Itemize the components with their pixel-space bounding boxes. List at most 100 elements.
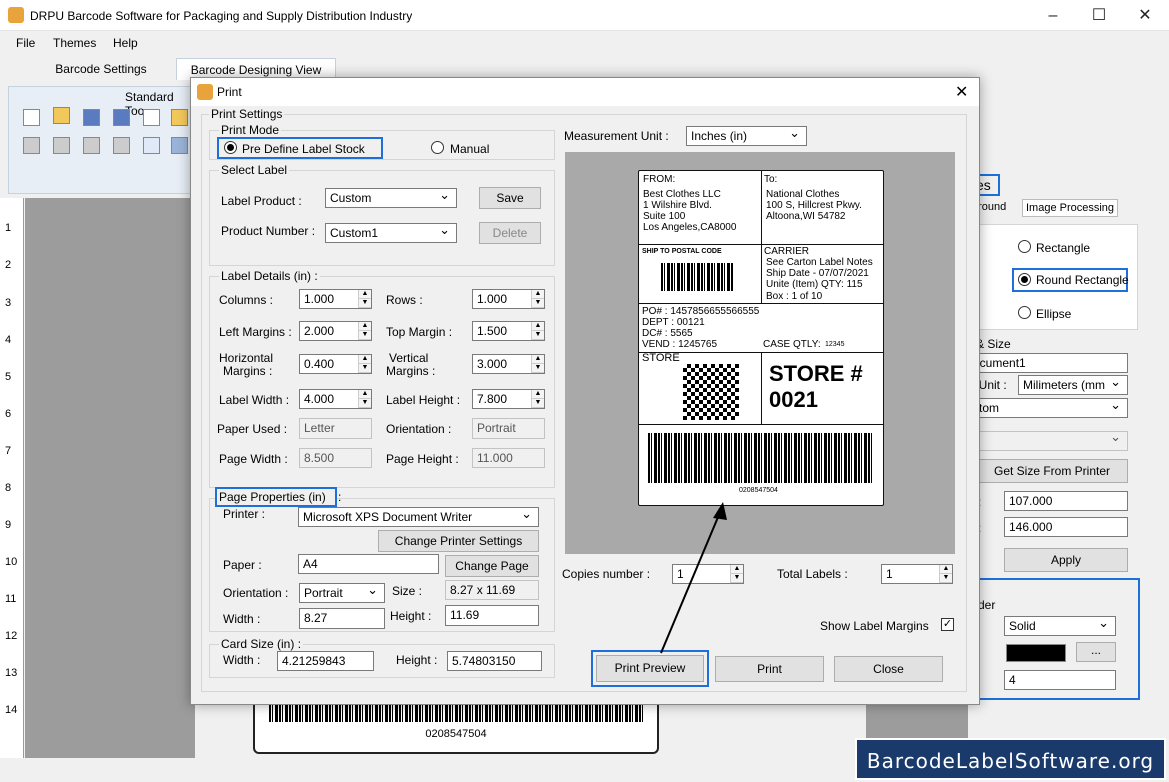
- minimize-icon[interactable]: –: [1030, 0, 1076, 31]
- label-product-select[interactable]: Custom: [325, 188, 457, 208]
- label-width-spinner[interactable]: ▲ ▼: [358, 390, 371, 408]
- close-button[interactable]: Close: [834, 656, 943, 682]
- page-orientation-select[interactable]: Portrait: [299, 583, 385, 603]
- measurement-unit-select[interactable]: Inches (in): [686, 126, 807, 146]
- dialog-close-icon[interactable]: ✕: [955, 82, 968, 102]
- border-width-input[interactable]: 4: [1004, 670, 1116, 690]
- new-icon[interactable]: [23, 109, 40, 126]
- pre-define-label: Pre Define Label Stock: [242, 142, 365, 156]
- to-line: 100 S, Hillcrest Pkwy.: [766, 200, 862, 211]
- border-color-swatch[interactable]: [1006, 644, 1066, 662]
- canvas-label[interactable]: 0208547504: [253, 700, 659, 754]
- card-width-input[interactable]: 4.21259843: [277, 651, 374, 671]
- page-orientation-label: Orientation :: [223, 586, 289, 600]
- shape-round-rectangle-radio[interactable]: [1018, 273, 1031, 286]
- ruler-mark: 9: [5, 519, 12, 531]
- ungroup-icon[interactable]: [53, 137, 70, 154]
- menu-bar: File Themes Help: [0, 32, 1169, 54]
- app-title: DRPU Barcode Software for Packaging and …: [30, 9, 413, 23]
- top-margin-spinner[interactable]: ▲ ▼: [531, 322, 544, 340]
- shape-ellipse-radio[interactable]: [1018, 306, 1031, 319]
- label-height-spinner[interactable]: ▲ ▼: [531, 390, 544, 408]
- label-height-label: Label Height :: [386, 393, 461, 407]
- print-preview-button[interactable]: Print Preview: [596, 655, 704, 682]
- width-input[interactable]: 107.000: [1004, 491, 1128, 511]
- unlock-icon[interactable]: [113, 137, 130, 154]
- print-button[interactable]: Print: [715, 656, 824, 682]
- tab-barcode-settings[interactable]: Barcode Settings: [44, 58, 158, 80]
- save-icon[interactable]: [83, 109, 100, 126]
- watermark-banner: BarcodeLabelSoftware.org: [855, 738, 1166, 780]
- card-height-input[interactable]: 5.74803150: [447, 651, 542, 671]
- shape-rectangle-radio[interactable]: [1018, 240, 1031, 253]
- menu-themes[interactable]: Themes: [53, 36, 96, 50]
- copies-spinner[interactable]: ▲ ▼: [730, 565, 743, 583]
- printer-select[interactable]: Microsoft XPS Document Writer: [298, 507, 539, 527]
- manual-radio[interactable]: [431, 141, 444, 154]
- change-printer-settings-button[interactable]: Change Printer Settings: [378, 530, 539, 552]
- size-input: 8.27 x 11.69: [445, 580, 539, 600]
- from-title: FROM:: [643, 174, 676, 185]
- ruler-mark: 2: [5, 259, 12, 271]
- height-input[interactable]: 146.000: [1004, 517, 1128, 537]
- store-number-line-1: STORE #: [769, 361, 863, 386]
- show-label-margins-checkbox[interactable]: ✓: [941, 618, 954, 631]
- border-color-button[interactable]: ...: [1076, 642, 1116, 662]
- maximize-icon[interactable]: ☐: [1076, 0, 1122, 31]
- print-icon[interactable]: [171, 137, 188, 154]
- horizontal-margins-spinner[interactable]: ▲ ▼: [358, 355, 371, 373]
- rows-spinner[interactable]: ▲ ▼: [531, 290, 544, 308]
- copies-number-label: Copies number :: [562, 567, 651, 581]
- open-icon[interactable]: [53, 107, 70, 124]
- document-name-input[interactable]: ocument1: [968, 353, 1128, 373]
- canvas-barcode-number: 0208547504: [425, 728, 487, 740]
- tab-image-processing[interactable]: Image Processing: [1022, 199, 1119, 217]
- menu-file[interactable]: File: [16, 36, 35, 50]
- case-qty-label: CASE QTLY:: [763, 339, 821, 350]
- apply-button[interactable]: Apply: [1004, 548, 1128, 572]
- ruler-mark: 4: [5, 334, 12, 346]
- lock-icon[interactable]: [83, 137, 100, 154]
- main-barcode-number: 0208547504: [739, 487, 778, 494]
- dept-line: DEPT : 00121: [642, 317, 705, 328]
- carrier-line: Ship Date - 07/07/2021: [766, 268, 869, 279]
- select-label-heading: Select Label: [219, 163, 290, 177]
- product-number-label: Product Number :: [221, 224, 316, 238]
- page-width-input-2[interactable]: 8.27: [299, 608, 385, 629]
- label-product-label: Label Product :: [221, 194, 302, 208]
- get-size-from-printer-button[interactable]: Get Size From Printer: [976, 459, 1128, 483]
- columns-spinner[interactable]: ▲ ▼: [358, 290, 371, 308]
- to-line: National Clothes: [766, 189, 840, 200]
- copy-icon[interactable]: [143, 109, 160, 126]
- close-icon[interactable]: ✕: [1122, 0, 1168, 31]
- product-number-select[interactable]: Custom1: [325, 223, 457, 243]
- show-label-margins-label: Show Label Margins: [820, 619, 929, 633]
- save-button[interactable]: Save: [479, 187, 541, 209]
- paste-icon[interactable]: [171, 109, 188, 126]
- border-style-select[interactable]: Solid: [1004, 616, 1116, 636]
- grid-icon[interactable]: [143, 137, 160, 154]
- left-margins-spinner[interactable]: ▲ ▼: [358, 322, 371, 340]
- card-height-label: Height :: [396, 653, 438, 667]
- menu-help[interactable]: Help: [113, 36, 138, 50]
- page-height-label: Page Height :: [386, 452, 459, 466]
- custom-select[interactable]: stom: [968, 398, 1128, 418]
- design-canvas[interactable]: [25, 198, 195, 758]
- callout-arrow: [660, 502, 727, 654]
- group-icon[interactable]: [23, 137, 40, 154]
- label-width-label: Label Width :: [219, 393, 290, 407]
- paper-input[interactable]: A4: [298, 554, 439, 574]
- save-as-icon[interactable]: [113, 109, 130, 126]
- carrier-line: Unite (Item) QTY: 115: [766, 279, 863, 290]
- delete-button[interactable]: Delete: [479, 222, 541, 244]
- ruler-mark: 5: [5, 371, 12, 383]
- total-labels-spinner[interactable]: ▲ ▼: [939, 565, 952, 583]
- change-page-button[interactable]: Change Page: [445, 555, 539, 577]
- store-label: STORE: [642, 352, 680, 364]
- pre-define-radio[interactable]: [224, 141, 237, 154]
- page-height-input-2[interactable]: 11.69: [445, 605, 539, 626]
- dialog-title: Print: [217, 85, 242, 99]
- unit-select[interactable]: Milimeters (mm: [1018, 375, 1128, 395]
- measurement-unit-label: Measurement Unit :: [564, 129, 669, 143]
- vertical-margins-spinner[interactable]: ▲ ▼: [531, 355, 544, 373]
